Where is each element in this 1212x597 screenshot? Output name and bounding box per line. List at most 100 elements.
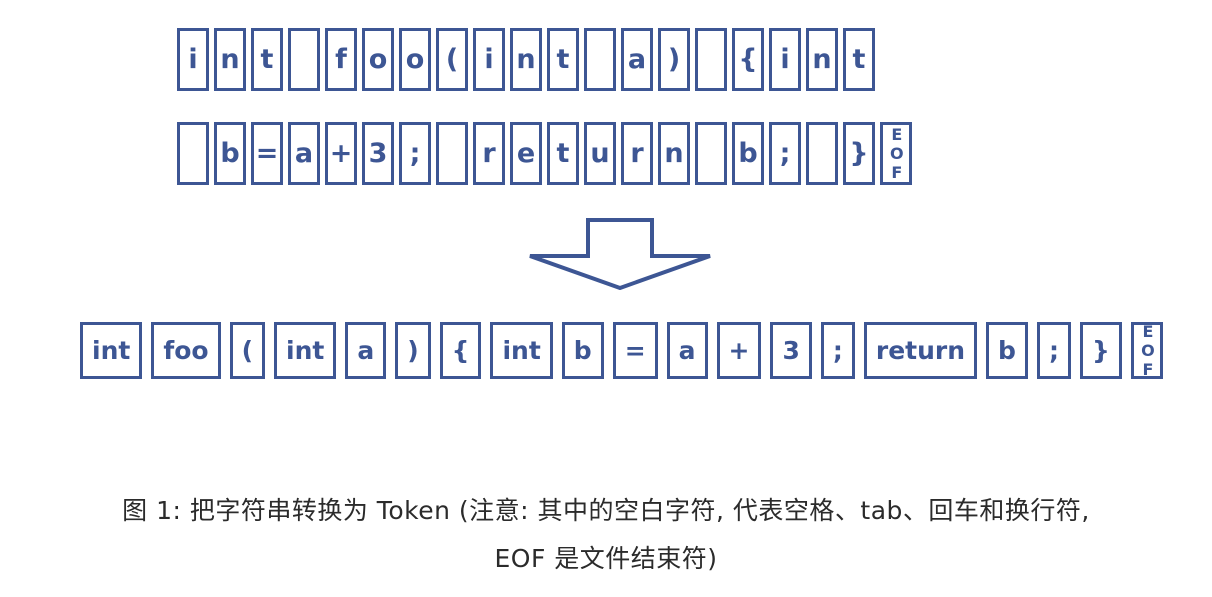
char-glyph: i bbox=[780, 44, 790, 75]
token-cell: b bbox=[986, 322, 1028, 379]
char-glyph: EOF bbox=[887, 125, 907, 182]
char-cell: r bbox=[621, 122, 653, 185]
char-glyph: t bbox=[556, 44, 570, 75]
token-cell: b bbox=[561, 322, 604, 379]
char-cell: i bbox=[473, 28, 505, 91]
char-glyph: r bbox=[482, 138, 496, 169]
token-cell: return bbox=[863, 322, 978, 379]
char-cell-whitespace bbox=[695, 122, 727, 185]
char-cell-eof: EOF bbox=[880, 122, 912, 185]
char-cell: 3 bbox=[362, 122, 394, 185]
token-cell: int bbox=[80, 322, 143, 379]
token-cell: + bbox=[716, 322, 762, 379]
char-glyph: i bbox=[188, 44, 198, 75]
char-glyph: ( bbox=[445, 44, 459, 75]
char-glyph: n bbox=[220, 44, 240, 75]
token-cell: 3 bbox=[770, 322, 812, 379]
char-glyph: o bbox=[405, 44, 425, 75]
char-glyph: t bbox=[556, 138, 570, 169]
char-cell: = bbox=[251, 122, 283, 185]
figure-caption: 图 1: 把字符串转换为 Token (注意: 其中的空白字符, 代表空格、ta… bbox=[0, 487, 1212, 583]
char-glyph: i bbox=[484, 44, 494, 75]
char-cell: r bbox=[473, 122, 505, 185]
char-glyph: u bbox=[590, 138, 610, 169]
char-cell: b bbox=[732, 122, 764, 185]
char-cell-whitespace bbox=[695, 28, 727, 91]
char-glyph: a bbox=[627, 44, 647, 75]
char-cell: } bbox=[843, 122, 875, 185]
char-cell: + bbox=[325, 122, 357, 185]
char-cell: n bbox=[510, 28, 542, 91]
token-cell: a bbox=[666, 322, 708, 379]
char-glyph: t bbox=[260, 44, 274, 75]
char-cell: ( bbox=[436, 28, 468, 91]
char-cell: t bbox=[843, 28, 875, 91]
char-glyph: } bbox=[849, 138, 869, 169]
char-cell: a bbox=[288, 122, 320, 185]
token-glyph: ) bbox=[407, 336, 419, 365]
token-cell: a bbox=[345, 322, 387, 379]
token-cell: } bbox=[1079, 322, 1122, 379]
caption-line-2: EOF 是文件结束符) bbox=[494, 544, 718, 573]
char-cell: ; bbox=[769, 122, 801, 185]
char-glyph: ; bbox=[409, 138, 421, 169]
char-glyph: b bbox=[738, 138, 758, 169]
token-glyph: int bbox=[92, 336, 131, 365]
char-cell: ) bbox=[658, 28, 690, 91]
token-glyph: int bbox=[286, 336, 325, 365]
char-glyph: a bbox=[294, 138, 314, 169]
token-glyph: = bbox=[624, 336, 646, 365]
char-cell: o bbox=[362, 28, 394, 91]
token-glyph: return bbox=[875, 336, 966, 365]
token-glyph: EOF bbox=[1138, 322, 1158, 379]
token-cell: int bbox=[274, 322, 337, 379]
char-glyph: r bbox=[630, 138, 644, 169]
token-stream-row: int foo ( int a) { int b = a +3; return b;} EOF bbox=[80, 322, 1172, 379]
char-cell: a bbox=[621, 28, 653, 91]
char-cell-whitespace bbox=[436, 122, 468, 185]
token-cell: = bbox=[612, 322, 658, 379]
token-glyph: 3 bbox=[782, 336, 800, 365]
char-cell-whitespace bbox=[584, 28, 616, 91]
token-glyph: a bbox=[678, 336, 696, 365]
char-glyph: n bbox=[516, 44, 536, 75]
char-cell: o bbox=[399, 28, 431, 91]
token-glyph: foo bbox=[163, 336, 209, 365]
token-glyph: ; bbox=[832, 336, 843, 365]
char-cell: t bbox=[547, 122, 579, 185]
token-glyph: ( bbox=[241, 336, 253, 365]
char-glyph: { bbox=[738, 44, 758, 75]
caption-line-1: 图 1: 把字符串转换为 Token (注意: 其中的空白字符, 代表空格、ta… bbox=[122, 496, 1090, 525]
token-glyph: } bbox=[1091, 336, 1110, 365]
token-glyph: a bbox=[357, 336, 375, 365]
token-cell: ; bbox=[1036, 322, 1071, 379]
char-glyph: t bbox=[852, 44, 866, 75]
char-cell: f bbox=[325, 28, 357, 91]
char-cell-whitespace bbox=[806, 122, 838, 185]
token-glyph: + bbox=[728, 336, 750, 365]
char-glyph: ; bbox=[779, 138, 791, 169]
char-glyph: n bbox=[812, 44, 832, 75]
token-cell: ) bbox=[395, 322, 431, 379]
arrow-down-icon bbox=[528, 218, 712, 291]
char-cell: i bbox=[177, 28, 209, 91]
char-cell: b bbox=[214, 122, 246, 185]
char-glyph: f bbox=[335, 44, 347, 75]
token-glyph: int bbox=[502, 336, 541, 365]
char-cell: t bbox=[547, 28, 579, 91]
char-cell: t bbox=[251, 28, 283, 91]
token-glyph: { bbox=[451, 336, 470, 365]
token-cell: ( bbox=[229, 322, 265, 379]
char-glyph: b bbox=[220, 138, 240, 169]
char-cell: e bbox=[510, 122, 542, 185]
char-cell: n bbox=[658, 122, 690, 185]
character-stream-row-1: int f o o(i n t a) {i n t bbox=[177, 28, 880, 91]
token-cell: int bbox=[490, 322, 553, 379]
token-glyph: b bbox=[573, 336, 592, 365]
character-stream-row-2: b = a +3; return b; } EOF bbox=[177, 122, 917, 185]
char-glyph: ) bbox=[667, 44, 681, 75]
char-cell-whitespace bbox=[288, 28, 320, 91]
char-glyph: o bbox=[368, 44, 388, 75]
figure-container: int f o o(i n t a) {i n t b = a +3; return b; } EO… bbox=[0, 0, 1212, 597]
token-glyph: b bbox=[998, 336, 1016, 365]
